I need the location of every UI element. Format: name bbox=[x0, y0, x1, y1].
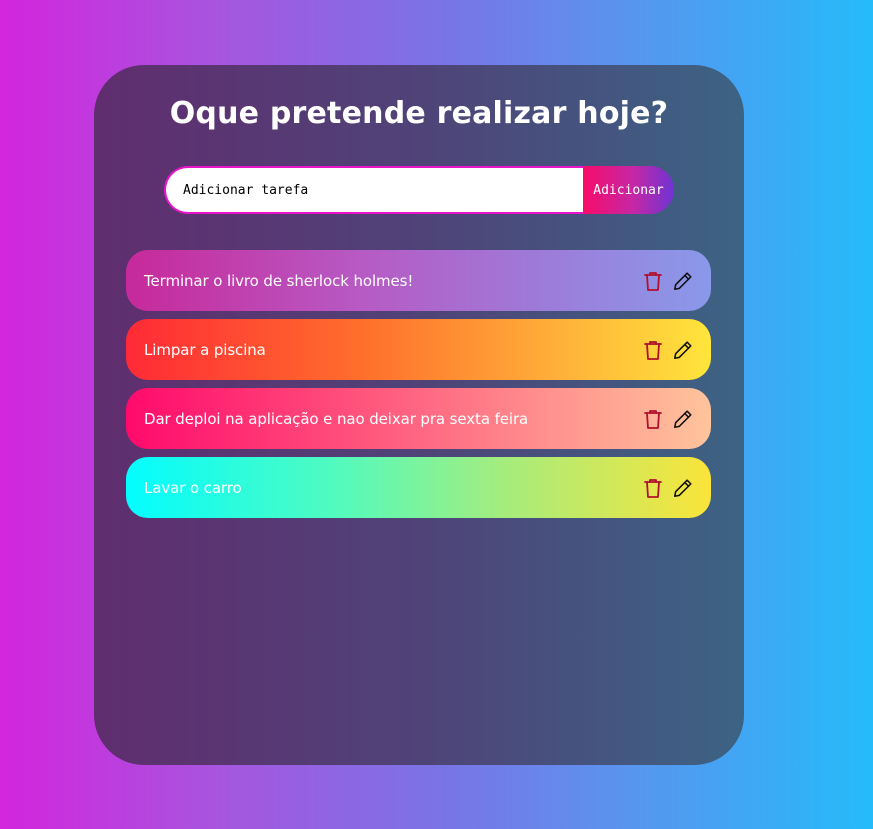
add-task-button[interactable]: Adicionar bbox=[583, 166, 674, 214]
pencil-icon[interactable] bbox=[672, 269, 694, 293]
pencil-icon[interactable] bbox=[672, 476, 694, 500]
todo-card: Oque pretende realizar hoje? Adicionar T… bbox=[94, 65, 744, 765]
task-actions bbox=[642, 338, 694, 362]
task-actions bbox=[642, 407, 694, 431]
task-text: Limpar a piscina bbox=[144, 340, 266, 359]
pencil-icon[interactable] bbox=[672, 407, 694, 431]
task-item: Lavar o carro bbox=[126, 457, 711, 518]
task-item: Dar deploi na aplicação e nao deixar pra… bbox=[126, 388, 711, 449]
trash-icon[interactable] bbox=[642, 269, 664, 293]
add-task-form: Adicionar bbox=[164, 166, 674, 214]
task-text: Terminar o livro de sherlock holmes! bbox=[144, 271, 414, 290]
task-text: Lavar o carro bbox=[144, 478, 242, 497]
trash-icon[interactable] bbox=[642, 407, 664, 431]
page-title: Oque pretende realizar hoje? bbox=[169, 96, 669, 131]
task-text: Dar deploi na aplicação e nao deixar pra… bbox=[144, 409, 529, 428]
task-item: Terminar o livro de sherlock holmes! bbox=[126, 250, 711, 311]
task-item: Limpar a piscina bbox=[126, 319, 711, 380]
trash-icon[interactable] bbox=[642, 338, 664, 362]
task-actions bbox=[642, 269, 694, 293]
pencil-icon[interactable] bbox=[672, 338, 694, 362]
task-input[interactable] bbox=[164, 166, 583, 214]
task-list: Terminar o livro de sherlock holmes! Lim… bbox=[126, 250, 711, 526]
task-actions bbox=[642, 476, 694, 500]
trash-icon[interactable] bbox=[642, 476, 664, 500]
